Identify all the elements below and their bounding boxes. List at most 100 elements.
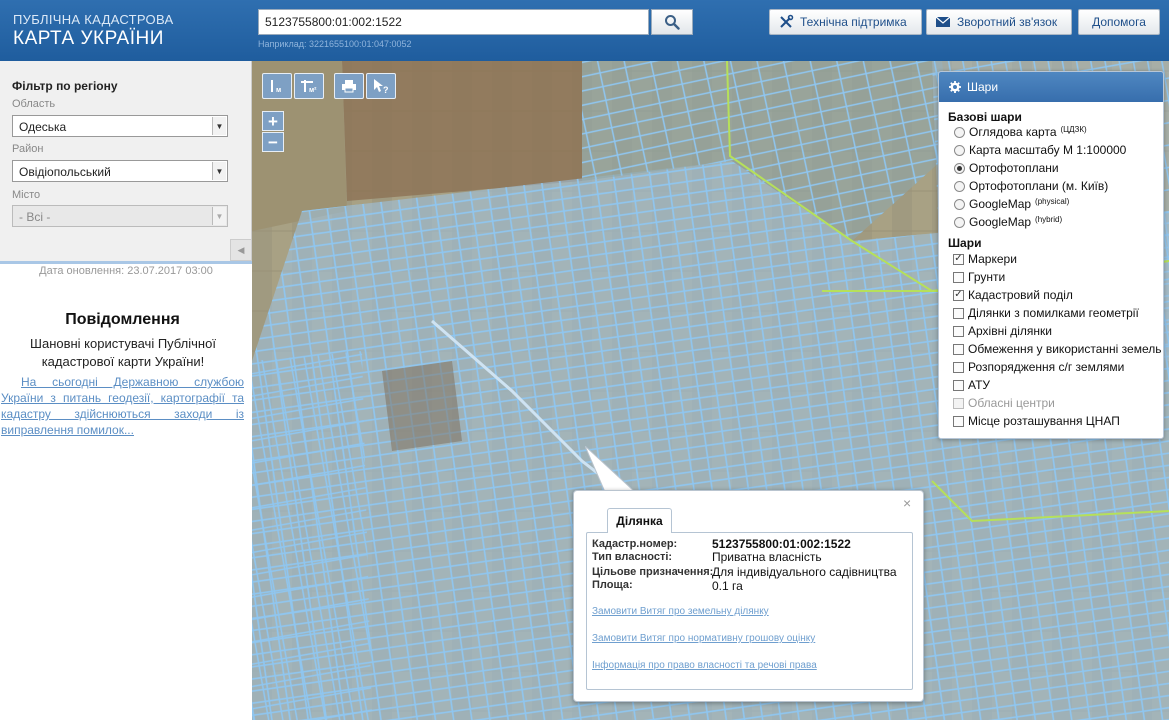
tab-parcel[interactable]: Ділянка	[607, 508, 672, 533]
radio-icon[interactable]	[954, 126, 965, 138]
chevron-down-icon: ▼	[212, 117, 226, 135]
update-date: Дата оновлення: 23.07.2017 03:00	[39, 265, 213, 277]
ownership-value: Приватна власність	[712, 550, 822, 564]
header-bar: ПУБЛІЧНА КАДАСТРОВА КАРТА УКРАЇНИ 512375…	[0, 0, 1169, 61]
base-layer-sup: (physical)	[1035, 196, 1070, 206]
envelope-icon	[935, 16, 951, 27]
chevron-left-icon: ◀	[237, 244, 245, 255]
logo-line-1: ПУБЛІЧНА КАДАСТРОВА	[13, 12, 174, 27]
checkbox-icon[interactable]	[953, 415, 964, 427]
zoom-out-button[interactable]: −	[262, 132, 284, 152]
cadastral-search-input[interactable]: 5123755800:01:002:1522	[258, 9, 649, 35]
overlay-layer-label: Грунти	[968, 270, 1006, 284]
order-valuation-link[interactable]: Замовити Витяг про нормативну грошову оц…	[592, 633, 815, 644]
area-tool-button[interactable]: м²	[294, 73, 324, 99]
base-layer-option[interactable]: Оглядова карта (ЦДЗК)	[954, 125, 1087, 139]
search-button[interactable]	[651, 9, 693, 35]
radio-icon[interactable]	[954, 216, 965, 228]
overlay-layer-option[interactable]: Архівні ділянки	[953, 324, 1052, 338]
ruler-icon: м	[271, 80, 281, 94]
base-layer-option[interactable]: GoogleMap (physical)	[954, 197, 1069, 211]
order-extract-link[interactable]: Замовити Витяг про земельну ділянку	[592, 606, 769, 617]
base-layer-option[interactable]: Карта масштабу М 1:100000	[954, 143, 1126, 157]
overlay-layer-option[interactable]: Розпорядження с/г землями	[953, 360, 1124, 374]
layers-title: Шари	[967, 80, 999, 94]
oblast-select[interactable]: Одеська ▼	[12, 115, 228, 137]
cursor-question-icon: ?	[374, 79, 389, 94]
checkbox-icon[interactable]	[953, 343, 964, 355]
base-layer-sup: (hybrid)	[1035, 214, 1063, 224]
identify-button[interactable]: ?	[366, 73, 396, 99]
tools-icon	[780, 14, 794, 28]
overlay-layer-option[interactable]: Місце розташування ЦНАП	[953, 414, 1120, 428]
base-layer-label: GoogleMap	[969, 215, 1032, 229]
base-layer-option[interactable]: GoogleMap (hybrid)	[954, 215, 1062, 229]
chevron-down-icon: ▼	[212, 162, 226, 180]
map-toolbar: м м² ?	[262, 73, 396, 99]
tech-support-label: Технічна підтримка	[800, 15, 907, 29]
checkbox-checked-icon[interactable]: ✓	[953, 253, 964, 265]
raion-select[interactable]: Овідіопольський ▼	[12, 160, 228, 182]
raion-label: Район	[12, 143, 44, 155]
radio-icon[interactable]	[954, 144, 965, 156]
feedback-label: Зворотний зв'язок	[957, 15, 1058, 29]
help-label: Допомога	[1092, 15, 1146, 29]
overlay-layer-label: Обмеження у використанні земель	[968, 342, 1162, 356]
checkbox-icon[interactable]	[953, 271, 964, 283]
base-layers-title: Базові шари	[948, 110, 1022, 124]
search-hint: Наприклад: 3221655100:01:047:0052	[258, 39, 412, 49]
ownership-info-link[interactable]: Інформація про право власності та речові…	[592, 660, 817, 671]
checkbox-icon	[953, 397, 964, 409]
checkbox-icon[interactable]	[953, 379, 964, 391]
overlay-layer-option[interactable]: ✓ Маркери	[953, 252, 1017, 266]
base-layer-label: GoogleMap	[969, 197, 1032, 211]
raion-value: Овідіопольський	[19, 165, 111, 179]
base-layer-label: Ортофотоплани	[969, 161, 1059, 175]
area-unit: м²	[309, 87, 317, 94]
radio-checked-icon[interactable]	[954, 162, 965, 174]
radio-icon[interactable]	[954, 198, 965, 210]
overlay-layer-label: Розпорядження с/г землями	[968, 360, 1125, 374]
checkbox-icon[interactable]	[953, 325, 964, 337]
base-layer-option[interactable]: Ортофотоплани (м. Київ)	[954, 179, 1108, 193]
overlay-layer-option[interactable]: ✓ Кадастровий поділ	[953, 288, 1073, 302]
area-icon: м²	[301, 80, 317, 94]
feedback-button[interactable]: Зворотний зв'язок	[926, 9, 1072, 35]
area-key: Площа:	[592, 579, 633, 591]
checkbox-icon[interactable]	[953, 307, 964, 319]
site-logo[interactable]: ПУБЛІЧНА КАДАСТРОВА КАРТА УКРАЇНИ	[13, 12, 173, 50]
close-icon[interactable]: ×	[903, 495, 911, 511]
collapse-sidebar-button[interactable]: ◀	[230, 239, 252, 261]
base-layer-label: Карта масштабу М 1:100000	[969, 143, 1127, 157]
chevron-down-icon: ▼	[212, 207, 226, 225]
cadastral-number-key: Кадастр.номер:	[592, 538, 678, 550]
overlay-layer-label: Архівні ділянки	[968, 324, 1052, 338]
oblast-label: Область	[12, 98, 56, 110]
message-link[interactable]: На сьогодні Державною службою України з …	[1, 374, 244, 438]
base-layer-sup: (ЦДЗК)	[1060, 124, 1087, 134]
base-layer-option[interactable]: Ортофотоплани	[954, 161, 1059, 175]
overlay-layer-option[interactable]: АТУ	[953, 378, 990, 392]
popup-pointer	[585, 446, 637, 493]
zoom-in-button[interactable]: +	[262, 111, 284, 131]
overlay-layer-option: Обласні центри	[953, 396, 1055, 410]
checkbox-checked-icon[interactable]: ✓	[953, 289, 964, 301]
print-button[interactable]	[334, 73, 364, 99]
tech-support-button[interactable]: Технічна підтримка	[769, 9, 922, 35]
ruler-tool-button[interactable]: м	[262, 73, 292, 99]
overlay-layer-option[interactable]: Ділянки з помилками геометрії	[953, 306, 1139, 320]
overlay-layer-option[interactable]: Обмеження у використанні земель	[953, 342, 1161, 356]
overlay-layer-label: Кадастровий поділ	[968, 288, 1073, 302]
help-button[interactable]: Допомога	[1078, 9, 1160, 35]
purpose-key: Цільове призначення:	[592, 566, 714, 578]
overlay-layer-label: АТУ	[968, 378, 991, 392]
region-filter: Фільтр по регіону Область Одеська ▼ Райо…	[0, 61, 252, 261]
radio-icon[interactable]	[954, 180, 965, 192]
checkbox-icon[interactable]	[953, 361, 964, 373]
overlay-layer-option[interactable]: Грунти	[953, 270, 1005, 284]
area-value: 0.1 га	[712, 579, 743, 593]
gear-icon	[949, 81, 961, 93]
divider	[0, 261, 252, 264]
sidebar: Фільтр по регіону Область Одеська ▼ Райо…	[0, 61, 252, 720]
layers-header[interactable]: Шари	[939, 72, 1163, 102]
